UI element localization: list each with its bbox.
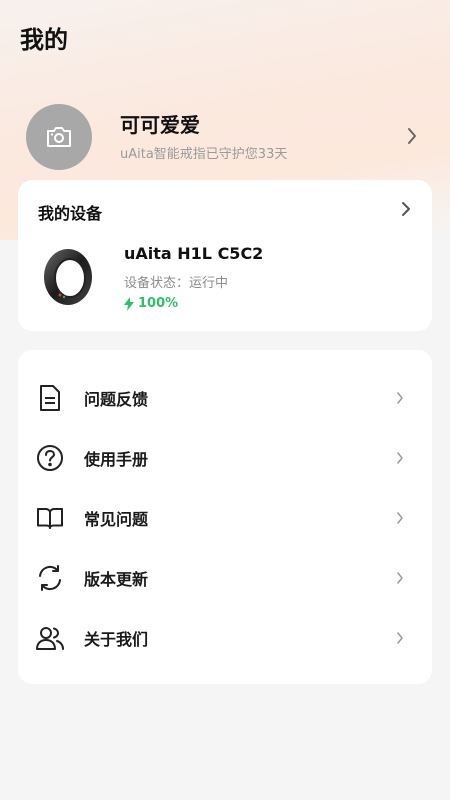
profile-subtitle: uAita智能戒指已守护您33天 (120, 146, 288, 162)
profile-name: 可可爱爱 (120, 112, 200, 137)
chevron-right-icon (397, 512, 403, 524)
ring-device-image (44, 249, 92, 305)
refresh-icon (36, 564, 64, 592)
document-icon (36, 384, 64, 412)
device-section-title: 我的设备 (38, 204, 103, 223)
camera-icon (47, 127, 71, 147)
menu-item-manual[interactable]: 使用手册 (18, 428, 432, 488)
menu-item-label: 版本更新 (84, 570, 149, 589)
menu-card: 问题反馈 使用手册 常见问题 版本更新 关于我们 (18, 350, 432, 684)
menu-item-about[interactable]: 关于我们 (18, 608, 432, 668)
page-title: 我的 (20, 26, 68, 54)
device-name: uAita H1L C5C2 (124, 244, 264, 263)
avatar[interactable] (26, 104, 92, 170)
menu-item-faq[interactable]: 常见问题 (18, 488, 432, 548)
chevron-right-icon (397, 392, 403, 404)
profile-section[interactable]: 可可爱爱 uAita智能戒指已守护您33天 (26, 104, 426, 170)
device-card[interactable]: 我的设备 uAita H1L C5C2 设备状态：运行中 100% (18, 180, 432, 331)
chevron-right-icon (397, 632, 403, 644)
menu-item-update[interactable]: 版本更新 (18, 548, 432, 608)
help-circle-icon (36, 444, 64, 472)
chevron-right-icon[interactable] (400, 200, 412, 218)
users-icon (36, 624, 64, 652)
chevron-right-icon (397, 572, 403, 584)
chevron-right-icon (397, 452, 403, 464)
menu-item-label: 关于我们 (84, 630, 149, 649)
menu-item-feedback[interactable]: 问题反馈 (18, 368, 432, 428)
battery-indicator: 100% (124, 296, 178, 311)
device-status: 设备状态：运行中 (124, 276, 229, 291)
lightning-icon (124, 296, 134, 311)
battery-level: 100% (138, 296, 179, 311)
book-icon (36, 504, 64, 532)
chevron-right-icon (408, 128, 416, 144)
menu-item-label: 使用手册 (84, 450, 149, 469)
menu-item-label: 问题反馈 (84, 390, 149, 409)
menu-item-label: 常见问题 (84, 510, 149, 529)
